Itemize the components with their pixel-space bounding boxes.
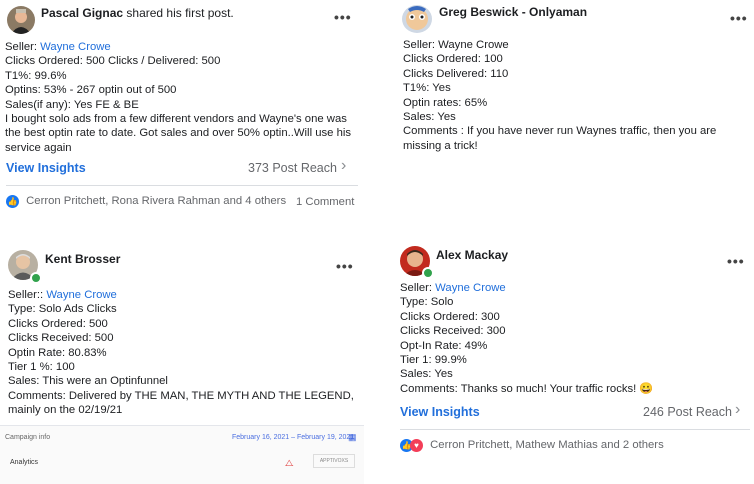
text-line: Type: Solo [400, 296, 454, 309]
seller-line: Seller: Wayne Crowe [5, 41, 111, 53]
text-line: Sales: Yes [403, 111, 456, 124]
divider [400, 429, 750, 430]
text-line: Clicks Ordered: 100 [403, 53, 503, 66]
chevron-right-icon[interactable]: › [341, 157, 346, 175]
post-card-kent: Kent Brosser ••• Seller:: Wayne Crowe Ty… [0, 240, 372, 425]
comment-text: Comments: Delivered by THE MAN, THE MYTH… [8, 389, 354, 417]
comment-text: Comments : If you have never run Waynes … [403, 125, 717, 152]
chevron-right-icon[interactable]: › [735, 401, 740, 419]
like-icon: 👍 [6, 195, 19, 208]
seller-link[interactable]: Wayne Crowe [435, 282, 506, 294]
post-card-alex: Alex Mackay ••• Seller: Wayne Crowe Type… [377, 240, 754, 483]
text-line: Sales: Yes [400, 368, 453, 381]
seller-line: Seller: Wayne Crowe [400, 282, 506, 294]
more-options-icon[interactable]: ••• [727, 253, 745, 269]
post-author[interactable]: Alex Mackay [436, 248, 508, 262]
seller-line: Seller:: Wayne Crowe [8, 289, 117, 301]
text-line: Optins: 53% - 267 optin out of 500 [5, 84, 177, 97]
comment-text: I bought solo ads from a few different v… [5, 113, 352, 154]
seller-link[interactable]: Wayne Crowe [40, 41, 111, 53]
divider [6, 185, 358, 186]
text-line: Clicks Received: 500 [8, 332, 114, 345]
post-author[interactable]: Greg Beswick - Onlyaman [439, 5, 587, 19]
reactions-summary[interactable]: 👍 ♥ Cerron Pritchett, Mathew Mathias and … [400, 439, 664, 452]
post-reach: 246 Post Reach [643, 405, 732, 419]
avatar[interactable] [7, 6, 35, 34]
more-options-icon[interactable]: ••• [334, 9, 352, 25]
avatar[interactable] [402, 5, 432, 33]
reactions-text: Cerron Pritchett, Rona Rivera Rahman and… [26, 195, 287, 208]
reactions-text: Cerron Pritchett, Mathew Mathias and 2 o… [430, 439, 664, 452]
more-options-icon[interactable]: ••• [730, 10, 748, 26]
seller-link[interactable]: Wayne Crowe [46, 289, 117, 301]
more-options-icon[interactable]: ••• [336, 258, 354, 274]
online-status-icon [30, 272, 42, 284]
post-body: Seller: Wayne Crowe Clicks Ordered: 100 … [403, 38, 753, 153]
text-line: Sales(if any): Yes FE & BE [5, 98, 139, 111]
text-line: Optin Rate: 80.83% [8, 346, 107, 359]
text-line: Sales: This were an Optinfunnel [8, 375, 168, 388]
text-line: T1%: 99.6% [5, 69, 67, 82]
text-line: Seller: Wayne Crowe [403, 39, 509, 51]
post-card-greg: Greg Beswick - Onlyaman ••• Seller: Wayn… [377, 0, 754, 225]
text-line: Tier 1: 99.9% [400, 354, 467, 367]
text-line: Clicks Received: 300 [400, 325, 506, 338]
text-line: T1%: Yes [403, 82, 451, 95]
view-insights-link[interactable]: View Insights [6, 161, 86, 175]
post-reach: 373 Post Reach [248, 161, 337, 175]
text-line: Clicks Delivered: 110 [403, 67, 509, 80]
text-line: Clicks Ordered: 500 [8, 317, 108, 330]
view-insights-link[interactable]: View Insights [400, 405, 480, 419]
author-name[interactable]: Pascal Gignac [41, 6, 123, 20]
campaign-title: Campaign info [5, 434, 51, 441]
post-body: Seller: Wayne Crowe Type: Solo Clicks Or… [400, 281, 750, 396]
text-line: Clicks Ordered: 300 [400, 310, 500, 323]
post-body: Seller: Wayne Crowe Clicks Ordered: 500 … [5, 40, 363, 155]
calendar-icon[interactable]: ▦ [348, 432, 357, 443]
post-body: Seller:: Wayne Crowe Type: Solo Ads Clic… [8, 288, 368, 418]
text-line: Type: Solo Ads Clicks [8, 303, 117, 316]
comments-count[interactable]: 1 Comment [296, 196, 354, 208]
analytics-label: Analytics [10, 459, 39, 466]
text-line: Comments: Thanks so much! Your traffic r… [400, 382, 654, 395]
post-card-pascal: Pascal Gignac shared his first post. •••… [0, 0, 372, 225]
post-author: Pascal Gignac shared his first post. [41, 6, 234, 20]
brand-logo-icon: ⧍ [285, 458, 294, 468]
post-author[interactable]: Kent Brosser [45, 252, 120, 266]
love-icon: ♥ [410, 439, 423, 452]
text-line: Clicks Ordered: 500 Clicks / Delivered: … [5, 55, 221, 68]
campaign-info-panel: Campaign info February 16, 2021 – Februa… [0, 425, 364, 484]
online-status-icon [422, 267, 434, 279]
reactions-summary[interactable]: 👍 Cerron Pritchett, Rona Rivera Rahman a… [6, 195, 286, 208]
text-line: Optin rates: 65% [403, 96, 488, 109]
post-action: shared his first post. [126, 6, 234, 20]
campaign-badge: APPTIVOXS [313, 454, 355, 468]
text-line: Tier 1 %: 100 [8, 361, 75, 374]
text-line: Opt-In Rate: 49% [400, 339, 488, 352]
campaign-date-range[interactable]: February 16, 2021 – February 19, 2021 [232, 434, 354, 441]
